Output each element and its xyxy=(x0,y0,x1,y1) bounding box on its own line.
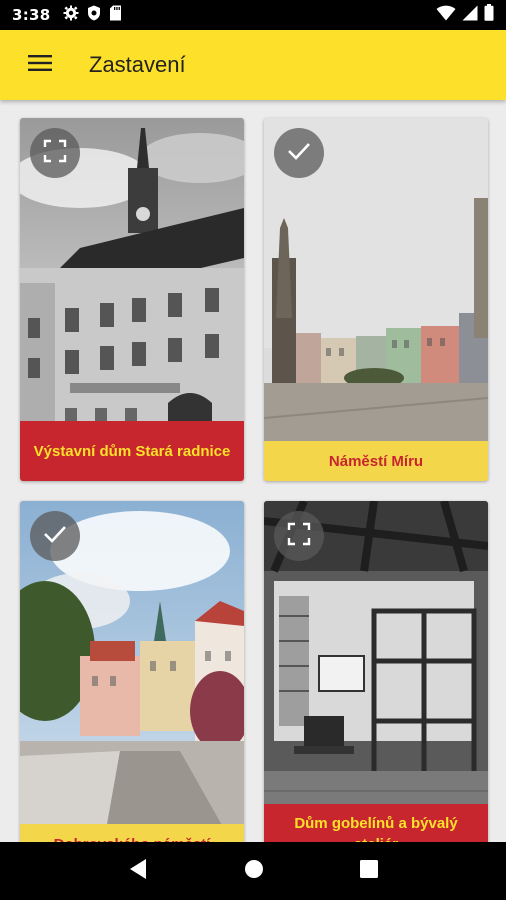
menu-button[interactable] xyxy=(0,30,80,100)
card-title: Výstavní dům Stará radnice xyxy=(33,442,231,460)
check-icon xyxy=(287,141,311,166)
expand-badge[interactable] xyxy=(274,511,324,561)
system-nav-bar xyxy=(0,842,506,900)
stop-card-dum-gobelinu[interactable]: Dům gobelínů a bývalý ateliér xyxy=(264,501,488,842)
status-time: 3:38 xyxy=(12,6,51,24)
card-caption: Náměstí Míru xyxy=(264,441,488,481)
wifi-icon xyxy=(436,5,456,26)
status-bar: 3:38 xyxy=(0,0,506,30)
app-bar: Zastavení xyxy=(0,30,506,100)
card-title: Dům gobelínů a bývalý ateliér xyxy=(294,815,458,842)
card-caption: Dům gobelínů a bývalý ateliér xyxy=(264,804,488,842)
card-title: Náměstí Míru xyxy=(328,452,424,470)
home-icon[interactable] xyxy=(244,859,264,884)
battery-icon xyxy=(484,4,494,26)
recents-icon[interactable] xyxy=(360,859,378,883)
shield-icon xyxy=(87,5,101,26)
check-icon xyxy=(43,524,67,549)
expand-icon xyxy=(43,139,67,168)
card-caption: Dobrovského náměstí xyxy=(20,824,244,842)
stop-card-namesti-miru[interactable]: Náměstí Míru xyxy=(264,118,488,481)
expand-icon xyxy=(287,522,311,551)
page-title: Zastavení xyxy=(89,52,186,77)
visited-badge[interactable] xyxy=(30,511,80,561)
sd-card-icon xyxy=(109,5,122,26)
stops-grid: Výstavní dům Stará radnice Náměstí Míru … xyxy=(0,100,506,842)
signal-icon xyxy=(462,5,478,26)
stop-card-dobrovskeho-namesti[interactable]: Dobrovského náměstí xyxy=(20,501,244,842)
menu-icon xyxy=(28,54,52,77)
back-icon[interactable] xyxy=(128,858,148,885)
gear-icon xyxy=(63,5,79,26)
expand-badge[interactable] xyxy=(30,128,80,178)
card-caption: Výstavní dům Stará radnice xyxy=(20,421,244,481)
stop-card-stara-radnice[interactable]: Výstavní dům Stará radnice xyxy=(20,118,244,481)
card-title: Dobrovského náměstí xyxy=(54,834,211,843)
visited-badge[interactable] xyxy=(274,128,324,178)
